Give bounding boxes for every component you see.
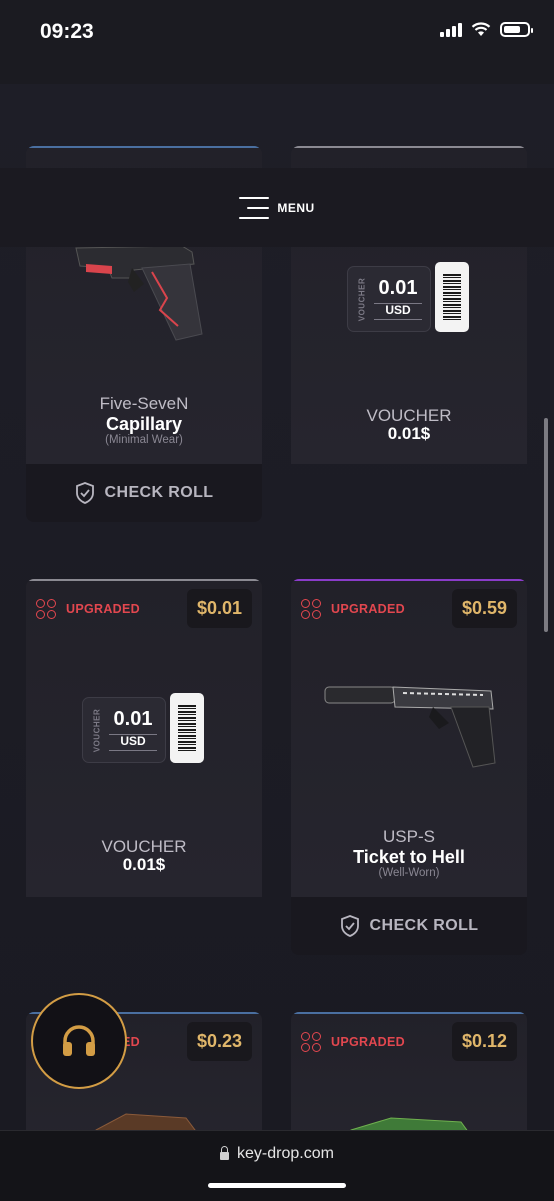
shield-check-icon [75, 482, 94, 504]
item-price: $0.23 [186, 1022, 252, 1061]
weapon-image [95, 1113, 196, 1130]
item-card-voucher-upgraded[interactable]: UPGRADED $0.01 VOUCHER 0.01 USD VOUCHER … [26, 579, 262, 897]
card-rarity-line [26, 579, 262, 581]
upgraded-badge: UPGRADED [301, 1032, 405, 1052]
upgrade-circles-icon [36, 599, 56, 619]
menu-button[interactable]: MENU [0, 168, 554, 247]
address-bar[interactable]: key-drop.com [0, 1145, 554, 1163]
card-rarity-line [26, 146, 262, 148]
home-indicator[interactable] [208, 1183, 346, 1188]
voucher-ticket-image: VOUCHER 0.01 USD [82, 693, 208, 767]
card-rarity-line [291, 1012, 527, 1014]
upgraded-badge: UPGRADED [301, 599, 405, 619]
check-roll-button[interactable]: CHECK ROLL [26, 464, 262, 522]
item-card-usp-s[interactable]: UPGRADED $0.59 USP-S Ticket to Hell (Wel… [291, 579, 527, 897]
weapon-image [350, 1117, 468, 1130]
voucher-currency: USD [385, 303, 411, 317]
upgraded-label: UPGRADED [331, 1035, 405, 1049]
headphones-icon [63, 1025, 95, 1056]
voucher-tag: VOUCHER [92, 708, 102, 753]
upgrade-circles-icon [301, 599, 321, 619]
usp-s-pistol-image [324, 686, 496, 768]
cellular-signal-icon [440, 22, 462, 37]
scrollbar[interactable] [544, 418, 548, 632]
item-price: $0.12 [451, 1022, 517, 1061]
item-name: USP-S [383, 827, 435, 846]
check-roll-button[interactable]: CHECK ROLL [291, 897, 527, 955]
browser-toolbar: key-drop.com [0, 1130, 554, 1201]
lock-icon [220, 1146, 230, 1160]
item-name: Five-SeveN [99, 394, 189, 413]
item-condition: (Well-Worn) [378, 867, 440, 879]
check-roll-label: CHECK ROLL [104, 484, 214, 501]
voucher-amount: 0.01 [113, 708, 153, 730]
voucher-currency: USD [120, 734, 146, 748]
voucher-tag: VOUCHER [357, 277, 367, 322]
status-icons [440, 22, 533, 37]
support-chat-button[interactable] [31, 993, 127, 1089]
item-name: VOUCHER [366, 406, 452, 425]
item-price: $0.59 [451, 589, 517, 628]
upgraded-badge: UPGRADED [36, 599, 140, 619]
upgrade-circles-icon [301, 1032, 321, 1052]
voucher-amount: 0.01 [378, 277, 418, 299]
item-card-row3-right[interactable]: UPGRADED $0.12 [291, 1012, 527, 1130]
status-bar: 09:23 [0, 0, 554, 84]
hamburger-icon [239, 196, 270, 219]
barcode-icon [443, 274, 461, 320]
item-price: $0.01 [186, 589, 252, 628]
battery-icon [500, 22, 533, 37]
card-rarity-line [291, 579, 527, 581]
upgraded-label: UPGRADED [331, 602, 405, 616]
clock: 09:23 [40, 20, 94, 43]
check-roll-label: CHECK ROLL [369, 917, 479, 934]
card-rarity-line [291, 146, 527, 148]
url-text: key-drop.com [237, 1145, 334, 1162]
barcode-icon [178, 705, 196, 751]
item-condition: (Minimal Wear) [105, 434, 183, 446]
menu-label: MENU [277, 200, 315, 215]
item-skin: Ticket to Hell [353, 847, 465, 867]
upgraded-label: UPGRADED [66, 602, 140, 616]
five-seven-pistol-image [75, 245, 203, 341]
shield-check-icon [340, 915, 359, 937]
item-value: 0.01$ [122, 855, 166, 874]
voucher-ticket-image: VOUCHER 0.01 USD [347, 262, 473, 336]
item-value: 0.01$ [387, 424, 431, 443]
item-skin: Capillary [105, 414, 183, 434]
item-name: VOUCHER [101, 837, 187, 856]
wifi-icon [471, 22, 491, 36]
